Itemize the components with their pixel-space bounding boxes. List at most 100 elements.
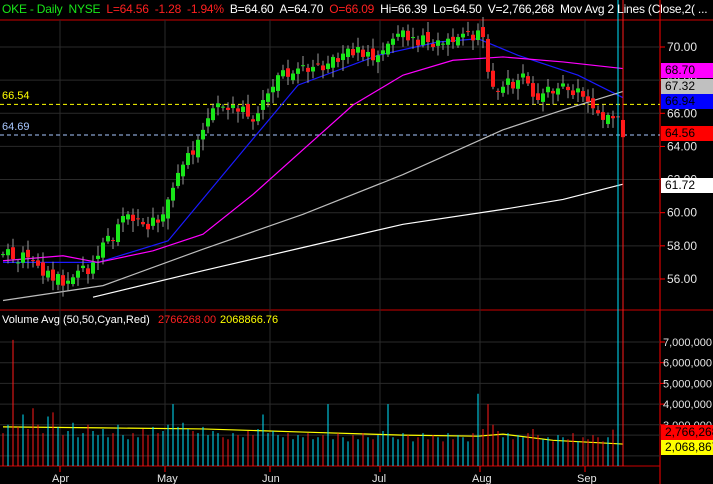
candle-body: [561, 83, 565, 87]
moving-average-line: [2, 90, 624, 302]
candle-body: [506, 78, 510, 85]
change-percent: -1.94%: [187, 2, 224, 16]
candle-body: [91, 262, 95, 274]
volume-tag: 2,068,867: [661, 440, 713, 455]
candle-body: [341, 53, 345, 61]
candle-body: [116, 224, 120, 242]
candle-body: [21, 252, 25, 263]
candle-body: [71, 277, 75, 285]
candle-body: [226, 107, 230, 110]
candle-body: [451, 36, 455, 43]
candle-body: [61, 275, 65, 286]
candle-body: [371, 48, 375, 61]
candle-body: [36, 260, 40, 266]
candle-body: [456, 37, 460, 46]
candle-body: [286, 68, 290, 77]
candle-body: [401, 30, 405, 38]
candle-body: [441, 43, 445, 45]
candle-body: [336, 58, 340, 62]
open-price: O=66.09: [329, 2, 375, 16]
month-label: Sep: [577, 473, 597, 484]
candle-body: [231, 104, 235, 109]
candle-body: [171, 187, 175, 201]
quote-header: OKE - Daily NYSE L=64.56 -1.28 -1.94% B=64.60…: [2, 2, 713, 16]
candle-body: [461, 33, 465, 38]
month-label: Jun: [262, 473, 280, 484]
candle-body: [41, 262, 45, 276]
price-tag: 66.94: [661, 94, 713, 109]
candle-body: [446, 38, 450, 45]
candle-body: [236, 108, 240, 112]
candle-body: [181, 164, 185, 177]
volume-panel-title: Volume Avg (50,50,Cyan,Red): [2, 314, 150, 326]
candle-body: [466, 31, 470, 33]
last-price: L=64.56: [106, 2, 149, 16]
candle-body: [201, 129, 205, 140]
candle-body: [521, 73, 525, 78]
candle-body: [501, 86, 505, 93]
candle-body: [431, 43, 435, 47]
candle-body: [571, 90, 575, 96]
candle-body: [311, 66, 315, 72]
candle-body: [256, 113, 260, 122]
candle-body: [476, 30, 480, 40]
candle-body: [491, 70, 495, 87]
candle-body: [276, 75, 280, 91]
price-tick-label: 60.00: [667, 206, 697, 220]
candle-body: [106, 235, 110, 242]
candle-body: [576, 88, 580, 93]
candle-body: [391, 38, 395, 45]
candle-body: [526, 76, 530, 84]
stock-chart[interactable]: 70.0068.0066.0064.0062.0060.0058.0056.00…: [0, 0, 713, 484]
candle-body: [396, 33, 400, 37]
candle-body: [376, 55, 380, 63]
candle-body: [381, 50, 385, 55]
bid: B=64.60: [229, 2, 274, 16]
candle-body: [486, 38, 490, 72]
candle-body: [271, 86, 275, 93]
price-tick-label: 58.00: [667, 239, 697, 253]
candle-body: [291, 73, 295, 81]
candle-body: [31, 260, 35, 262]
candle-body: [541, 93, 545, 102]
candle-body: [316, 63, 320, 65]
candle-body: [556, 88, 560, 95]
candle-body: [46, 270, 50, 278]
study-label: Mov Avg 2 Lines (Close,2( ...: [559, 2, 708, 16]
candle-body: [611, 116, 615, 119]
candle-body: [566, 86, 570, 91]
candle-body: [66, 280, 70, 284]
candle-body: [321, 65, 325, 71]
price-tag: 64.56: [661, 126, 713, 141]
volume-tick-label: 4,000,000: [663, 399, 712, 411]
price-tag: 67.32: [661, 79, 713, 94]
candle-body: [166, 199, 170, 219]
month-label: Jul: [372, 473, 386, 484]
level-label-resistance: 66.54: [2, 90, 30, 102]
month-label: Aug: [472, 473, 492, 484]
candle-body: [266, 93, 270, 102]
price-tick-label: 64.00: [667, 139, 697, 153]
symbol-label: OKE - Daily: [2, 2, 63, 16]
candle-body: [26, 249, 30, 258]
candle-body: [241, 106, 245, 112]
candle-body: [56, 274, 60, 285]
candle-body: [141, 221, 145, 225]
candle-body: [76, 270, 80, 278]
candle-body: [406, 30, 410, 41]
candle-body: [6, 249, 10, 256]
price-tick-label: 70.00: [667, 40, 697, 54]
candle-body: [156, 219, 160, 223]
candle-body: [136, 218, 140, 220]
candle-body: [546, 86, 550, 93]
candle-body: [96, 255, 100, 260]
price-tick-label: 56.00: [667, 272, 697, 286]
exchange-label: NYSE: [68, 2, 101, 16]
change: -1.28: [154, 2, 182, 16]
candle-body: [301, 65, 305, 67]
candle-body: [11, 247, 15, 260]
price-tag: 61.72: [661, 178, 713, 193]
candle-body: [186, 153, 190, 166]
candle-body: [416, 39, 420, 46]
candle-body: [516, 80, 520, 89]
